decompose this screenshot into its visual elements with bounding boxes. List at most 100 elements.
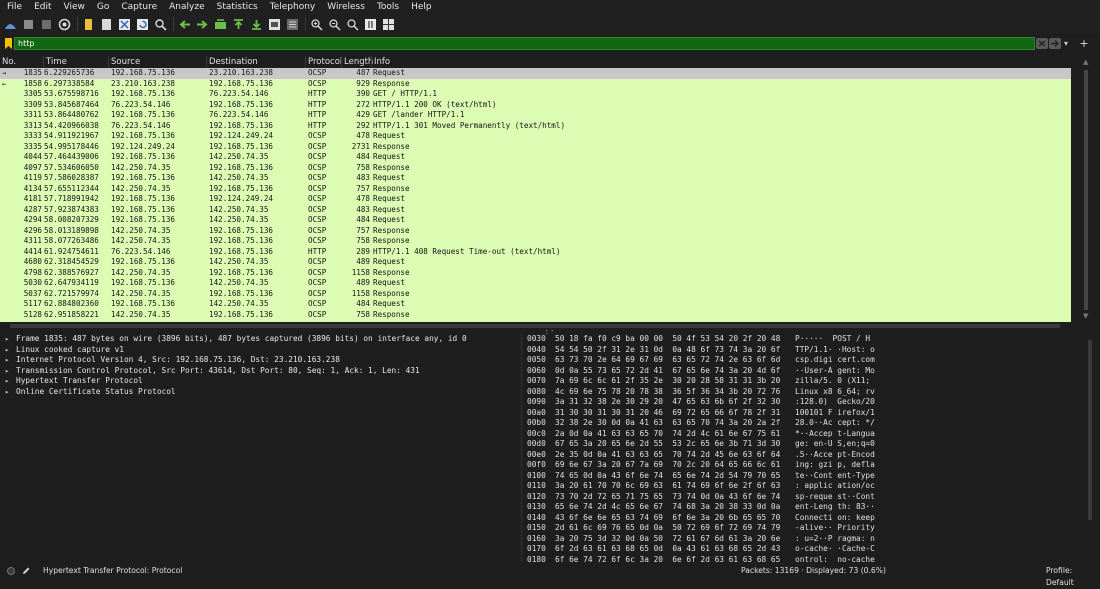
packet-row[interactable]: 4119 57.586028387 192.168.75.136 142.250.74… bbox=[0, 173, 1071, 184]
packet-row[interactable]: 5117 62.884802360 192.168.75.136 142.250.74… bbox=[0, 299, 1071, 310]
column-header-no[interactable]: No. bbox=[0, 56, 44, 68]
menu-edit[interactable]: Edit bbox=[26, 0, 55, 14]
status-profile[interactable]: Profile: Default bbox=[1046, 565, 1100, 589]
expand-chevron-icon[interactable]: ▸ bbox=[5, 355, 9, 366]
edit-comment-icon[interactable] bbox=[22, 567, 30, 575]
expand-chevron-icon[interactable]: ▸ bbox=[5, 366, 9, 377]
pane-splitter-handle[interactable]: • • • bbox=[545, 329, 555, 338]
add-filter-button[interactable]: + bbox=[1078, 37, 1090, 50]
column-header-info[interactable]: Info bbox=[371, 56, 1064, 68]
packet-row[interactable]: 4294 58.008207329 192.168.75.136 142.250.74… bbox=[0, 215, 1071, 226]
menu-go[interactable]: Go bbox=[89, 0, 113, 14]
scroll-down-icon[interactable]: ▼ bbox=[1083, 313, 1089, 320]
detail-tree-item[interactable]: ▸ Frame 1835: 487 bytes on wire (3896 bit… bbox=[0, 334, 520, 345]
packet-row[interactable]: 4181 57.718991942 192.168.75.136 192.124.24… bbox=[0, 194, 1071, 205]
close-file-icon[interactable] bbox=[118, 18, 131, 31]
bytes-row[interactable]: 0180 6f 6e 74 72 6f 6c 3a 20 6e 6f 2d 63 … bbox=[523, 555, 1080, 563]
bytes-row[interactable]: 0050 63 73 70 2e 64 69 67 69 63 65 72 74 … bbox=[523, 355, 1080, 366]
column-header-protocol[interactable]: Protocol bbox=[305, 56, 344, 68]
detail-tree-item[interactable]: ▸ Linux cooked capture v1 bbox=[0, 345, 520, 356]
scrollbar-thumb[interactable] bbox=[1088, 340, 1092, 520]
options-icon[interactable] bbox=[58, 18, 71, 31]
packet-row[interactable]: 4134 57.655112344 142.250.74.35 192.168.75.… bbox=[0, 184, 1071, 195]
bytes-row[interactable]: 0130 65 6e 74 2d 4c 65 6e 67 74 68 3a 20 … bbox=[523, 502, 1080, 513]
packet-row[interactable]: → 1835 6.229265736 192.168.75.136 23.210.163… bbox=[0, 68, 1071, 79]
bytes-row[interactable]: 00b0 32 38 2e 30 0d 0a 41 63 63 65 70 74 … bbox=[523, 418, 1080, 429]
reload-icon[interactable] bbox=[136, 18, 149, 31]
go-to-packet-icon[interactable] bbox=[214, 18, 227, 31]
bytes-row[interactable]: 0170 6f 2d 63 61 63 68 65 0d 0a 43 61 63 … bbox=[523, 544, 1080, 555]
menu-help[interactable]: Help bbox=[403, 0, 436, 14]
bytes-row[interactable]: 0060 0d 0a 55 73 65 72 2d 41 67 65 6e 74 … bbox=[523, 366, 1080, 377]
column-header-length[interactable]: Length bbox=[341, 56, 374, 68]
open-file-icon[interactable] bbox=[82, 18, 95, 31]
detail-tree-item[interactable]: ▸ Hypertext Transfer Protocol bbox=[0, 376, 520, 387]
column-header-destination[interactable]: Destination bbox=[206, 56, 308, 68]
menu-analyze[interactable]: Analyze bbox=[161, 0, 208, 14]
bytes-row[interactable]: 0080 4c 69 6e 75 78 20 78 38 36 5f 36 34 … bbox=[523, 387, 1080, 398]
scroll-up-icon[interactable]: ▲ bbox=[1083, 59, 1089, 66]
resize-columns-icon[interactable] bbox=[364, 18, 377, 31]
packet-row[interactable]: 4296 58.013189898 142.250.74.35 192.168.75.… bbox=[0, 226, 1071, 237]
bytes-row[interactable]: 0150 2d 61 6c 69 76 65 0d 0a 50 72 69 6f … bbox=[523, 523, 1080, 534]
column-header-time[interactable]: Time bbox=[43, 56, 111, 68]
menu-file[interactable]: File bbox=[0, 0, 26, 14]
packet-row[interactable]: 4287 57.923874383 192.168.75.136 142.250.74… bbox=[0, 205, 1071, 216]
detail-tree-item[interactable]: ▸ Transmission Control Protocol, Src Port… bbox=[0, 366, 520, 377]
packet-row[interactable]: ← 1858 6.297338584 23.210.163.238 192.168.75… bbox=[0, 79, 1071, 90]
zoom-normal-icon[interactable] bbox=[346, 18, 359, 31]
packet-row[interactable]: 5037 62.721579974 142.250.74.35 192.168.75.… bbox=[0, 289, 1071, 300]
stop-icon[interactable] bbox=[22, 18, 35, 31]
packet-row[interactable]: 3311 53.864480762 192.168.75.136 76.223.54.… bbox=[0, 110, 1071, 121]
bytes-row[interactable]: 0090 3a 31 32 38 2e 30 29 20 47 65 63 6b … bbox=[523, 397, 1080, 408]
save-file-icon[interactable] bbox=[100, 18, 113, 31]
bytes-row[interactable]: 00f0 69 6e 67 3a 20 67 7a 69 70 2c 20 64 … bbox=[523, 460, 1080, 471]
packet-row[interactable]: 3333 54.911921967 192.168.75.136 192.124.24… bbox=[0, 131, 1071, 142]
restart-icon[interactable] bbox=[40, 18, 53, 31]
go-last-icon[interactable] bbox=[250, 18, 263, 31]
zoom-in-icon[interactable] bbox=[310, 18, 323, 31]
expand-chevron-icon[interactable]: ▸ bbox=[5, 334, 9, 345]
expand-chevron-icon[interactable]: ▸ bbox=[5, 376, 9, 387]
packet-row[interactable]: 4097 57.534606050 142.250.74.35 192.168.75.… bbox=[0, 163, 1071, 174]
packet-row[interactable]: 3313 54.420966038 76.223.54.146 192.168.75.… bbox=[0, 121, 1071, 132]
filter-history-chevron-down-icon[interactable]: ▾ bbox=[1064, 39, 1072, 48]
bytes-row[interactable]: 0100 74 65 0d 0a 43 6f 6e 74 65 6e 74 2d … bbox=[523, 471, 1080, 482]
layout-icon[interactable] bbox=[382, 18, 395, 31]
clear-filter-icon[interactable] bbox=[1036, 38, 1048, 49]
bytes-row[interactable]: 0070 7a 69 6c 6c 61 2f 35 2e 30 20 28 58 … bbox=[523, 376, 1080, 387]
packet-row[interactable]: 3305 53.675598716 192.168.75.136 76.223.54.… bbox=[0, 89, 1071, 100]
detail-tree-item[interactable]: ▸ Internet Protocol Version 4, Src: 192.1… bbox=[0, 355, 520, 366]
bytes-vertical-scrollbar[interactable] bbox=[1080, 334, 1100, 562]
column-header-source[interactable]: Source bbox=[108, 56, 209, 68]
packet-row[interactable]: 5030 62.647934119 192.168.75.136 142.250.74… bbox=[0, 278, 1071, 289]
find-icon[interactable] bbox=[154, 18, 167, 31]
detail-tree-item[interactable]: ▸ Online Certificate Status Protocol bbox=[0, 387, 520, 398]
packet-row[interactable]: 4414 61.924754611 76.223.54.146 192.168.75.… bbox=[0, 247, 1071, 258]
expand-chevron-icon[interactable]: ▸ bbox=[5, 345, 9, 356]
menu-tools[interactable]: Tools bbox=[369, 0, 403, 14]
packet-row[interactable]: 3309 53.845687464 76.223.54.146 192.168.75.… bbox=[0, 100, 1071, 111]
bytes-row[interactable]: 00e0 2e 35 0d 0a 41 63 63 65 70 74 2d 45 … bbox=[523, 450, 1080, 461]
bytes-row[interactable]: 0140 43 6f 6e 6e 65 63 74 69 6f 6e 3a 20 … bbox=[523, 513, 1080, 524]
packet-row[interactable]: 4044 57.464439006 192.168.75.136 142.250.74… bbox=[0, 152, 1071, 163]
autoscroll-icon[interactable] bbox=[268, 18, 281, 31]
go-first-icon[interactable] bbox=[232, 18, 245, 31]
packet-row[interactable]: 5128 62.951858221 142.250.74.35 192.168.75.… bbox=[0, 310, 1071, 321]
bytes-row[interactable]: 0030 50 18 fa f0 c9 ba 00 00 50 4f 53 54 … bbox=[523, 334, 1080, 345]
menu-telephony[interactable]: Telephony bbox=[262, 0, 320, 14]
display-filter-input[interactable] bbox=[14, 37, 1035, 50]
bytes-row[interactable]: 0040 54 54 50 2f 31 2e 31 0d 0a 48 6f 73 … bbox=[523, 345, 1080, 356]
shark-fin-start-icon[interactable] bbox=[4, 18, 17, 31]
bytes-row[interactable]: 0160 3a 20 75 3d 32 0d 0a 50 72 61 67 6d … bbox=[523, 534, 1080, 545]
packet-row[interactable]: 4311 58.077263486 142.250.74.35 192.168.75.… bbox=[0, 236, 1071, 247]
packet-list-horizontal-scrollbar[interactable] bbox=[0, 322, 1071, 330]
bytes-row[interactable]: 0120 73 70 2d 72 65 71 75 65 73 74 0d 0a … bbox=[523, 492, 1080, 503]
bytes-row[interactable]: 00a0 31 30 30 31 30 31 20 46 69 72 65 66 … bbox=[523, 408, 1080, 419]
scrollbar-thumb[interactable] bbox=[10, 324, 1060, 328]
bytes-row[interactable]: 00c0 2a 0d 0a 41 63 63 65 70 74 2d 4c 61 … bbox=[523, 429, 1080, 440]
expand-chevron-icon[interactable]: ▸ bbox=[5, 387, 9, 398]
expert-info-icon[interactable] bbox=[7, 567, 15, 575]
bytes-row[interactable]: 00d0 67 65 3a 20 65 6e 2d 55 53 2c 65 6e … bbox=[523, 439, 1080, 450]
menu-wireless[interactable]: Wireless bbox=[319, 0, 369, 14]
